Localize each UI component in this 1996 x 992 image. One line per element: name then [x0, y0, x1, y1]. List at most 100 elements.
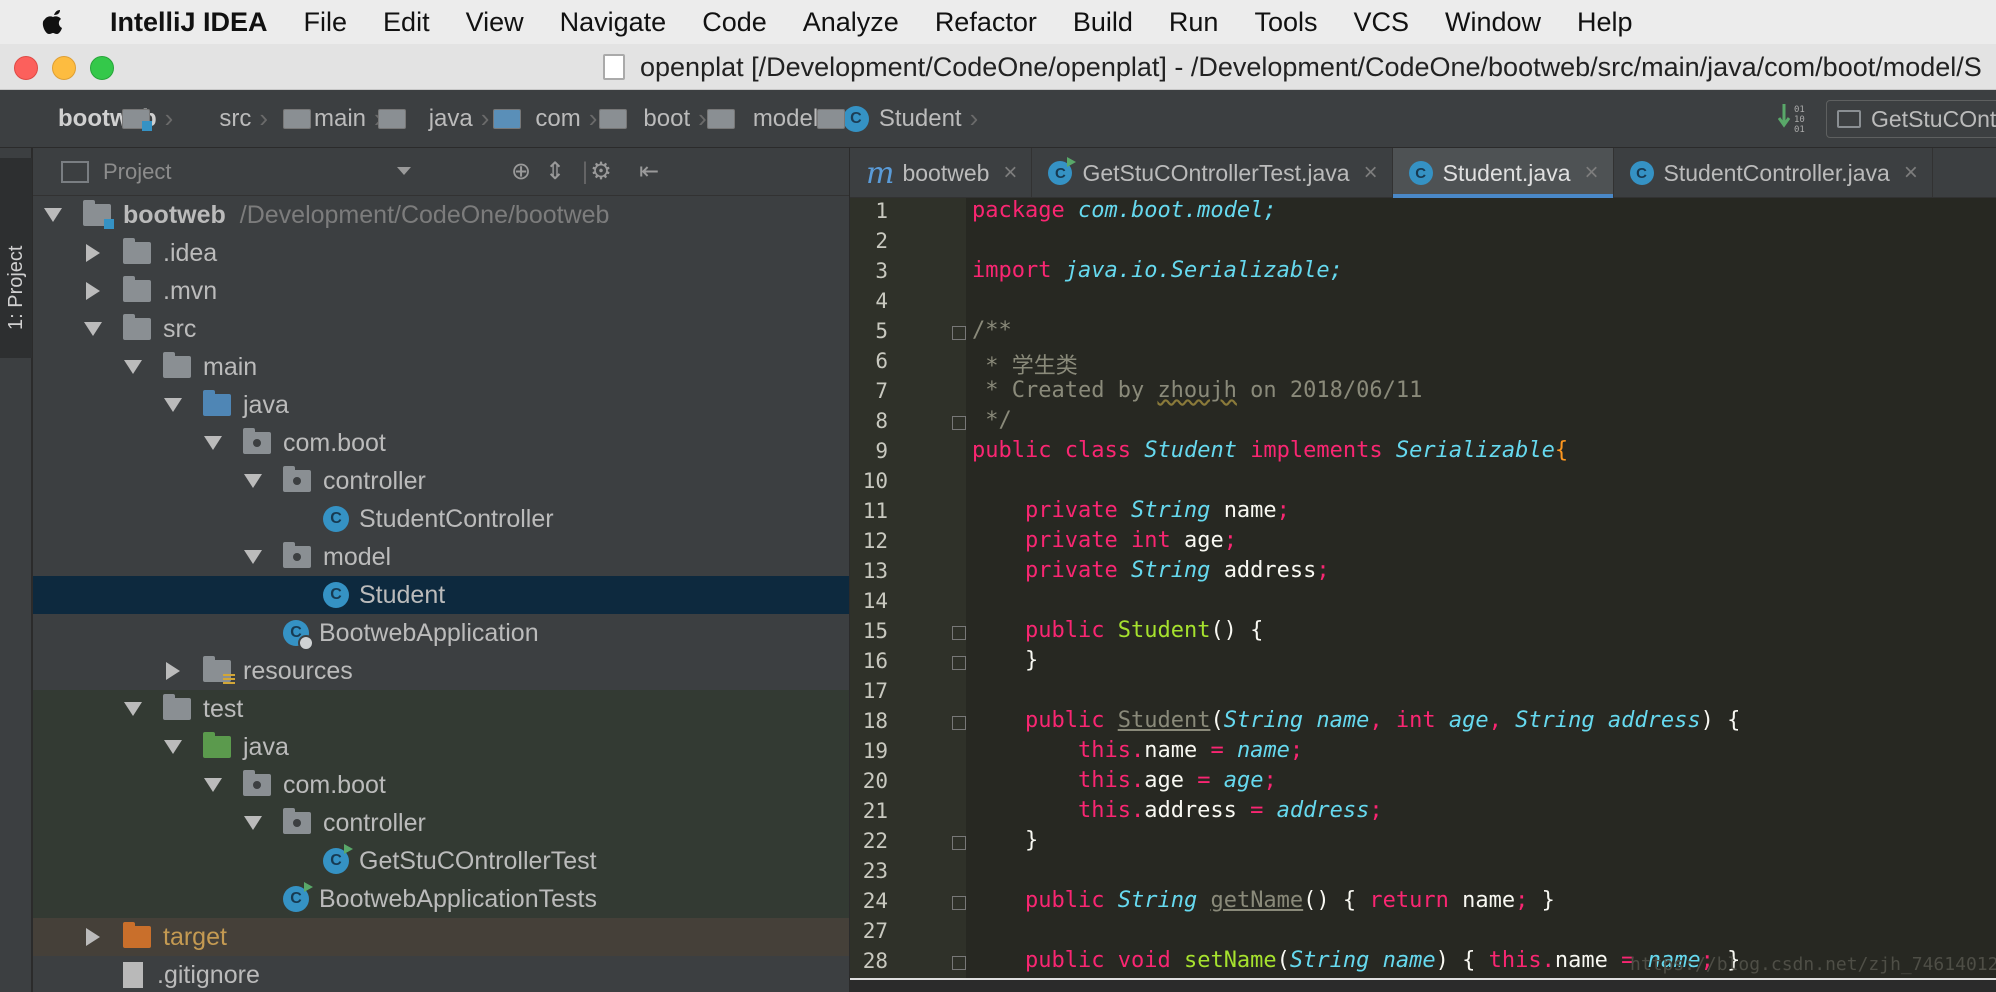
chevron-down-icon[interactable]	[163, 395, 183, 415]
chevron-down-icon[interactable]	[243, 547, 263, 567]
locate-file-icon[interactable]: ⊕	[509, 160, 533, 184]
fold-marker-icon[interactable]	[952, 326, 966, 340]
menu-refactor[interactable]: Refactor	[917, 7, 1055, 38]
line-number: 8	[875, 409, 888, 433]
navigation-bar: bootweb› src› main› java› com› boot› mod…	[0, 90, 1996, 148]
tree-row[interactable]: com.boot	[33, 766, 849, 804]
fold-marker-icon[interactable]	[952, 836, 966, 850]
breadcrumb-bootweb[interactable]: bootweb ›	[20, 103, 181, 134]
fold-marker-icon[interactable]	[952, 656, 966, 670]
minimize-window-button[interactable]	[52, 56, 76, 80]
fold-marker-icon[interactable]	[952, 896, 966, 910]
close-icon[interactable]: ×	[1904, 159, 1918, 187]
menu-app-name[interactable]: IntelliJ IDEA	[80, 7, 286, 38]
tree-row[interactable]: controller	[33, 462, 849, 500]
chevron-down-icon[interactable]	[43, 205, 63, 225]
menu-run[interactable]: Run	[1151, 7, 1237, 38]
menu-edit[interactable]: Edit	[365, 7, 448, 38]
menu-vcs[interactable]: VCS	[1335, 7, 1427, 38]
code-line: public String getName() { return name; }	[1024, 888, 1555, 913]
collapse-all-icon[interactable]: ⇕	[543, 160, 567, 184]
menu-build[interactable]: Build	[1055, 7, 1151, 38]
tree-row[interactable]: C StudentController	[33, 500, 849, 538]
tree-row[interactable]: C GetStuCOntrollerTest	[33, 842, 849, 880]
tree-row[interactable]: model	[33, 538, 849, 576]
horizontal-scrollbar[interactable]	[850, 978, 1996, 992]
gear-icon[interactable]: ⚙	[589, 160, 613, 184]
breadcrumb-student[interactable]: C Student ›	[842, 103, 986, 134]
tree-row[interactable]: C BootwebApplicationTests	[33, 880, 849, 918]
menu-help[interactable]: Help	[1559, 7, 1651, 38]
tree-row[interactable]: controller	[33, 804, 849, 842]
code-editor[interactable]: 1 2 3 4 5 6 7 8 9 10 11 12 13 14 15 16 17 18 19 20 21 22 23 24 2…	[850, 198, 1996, 978]
tree-item-label: src	[163, 314, 197, 343]
close-icon[interactable]: ×	[1364, 159, 1378, 187]
tree-row[interactable]: src	[33, 310, 849, 348]
menu-navigate[interactable]: Navigate	[542, 7, 685, 38]
menu-tools[interactable]: Tools	[1236, 7, 1335, 38]
folder-icon	[283, 108, 312, 129]
chevron-right-icon[interactable]	[163, 661, 183, 681]
menu-window[interactable]: Window	[1427, 7, 1559, 38]
tree-item-label: com.boot	[283, 770, 386, 799]
tree-row[interactable]: .mvn	[33, 272, 849, 310]
code-line: this.age = age;	[1077, 768, 1277, 793]
tree-row[interactable]: test	[33, 690, 849, 728]
hide-panel-icon[interactable]: ⇤	[637, 160, 661, 184]
breadcrumb-label: java	[428, 104, 473, 132]
menu-code[interactable]: Code	[684, 7, 785, 38]
close-window-button[interactable]	[14, 56, 38, 80]
tab-student[interactable]: C Student.java ×	[1392, 148, 1614, 198]
tree-item-label: bootweb	[123, 200, 226, 229]
class-icon: C	[1629, 161, 1654, 185]
close-icon[interactable]: ×	[1585, 159, 1599, 187]
chevron-down-icon[interactable]	[243, 813, 263, 833]
chevron-right-icon[interactable]	[83, 281, 103, 301]
test-source-folder-icon	[203, 732, 231, 758]
tree-row[interactable]: bootweb/Development/CodeOne/bootweb	[33, 196, 849, 234]
line-number: 11	[862, 499, 888, 523]
fold-marker-icon[interactable]	[952, 416, 966, 430]
tree-row[interactable]: C BootwebApplication	[33, 614, 849, 652]
package-icon	[283, 466, 311, 492]
tab-getstucontrollertest[interactable]: C GetStuCOntrollerTest.java ×	[1032, 148, 1393, 198]
chevron-right-icon[interactable]	[83, 243, 103, 263]
chevron-down-icon[interactable]	[123, 357, 143, 377]
project-view-selector[interactable]: Project	[103, 159, 171, 185]
run-configuration-selector[interactable]: GetStuCOntr	[1826, 100, 1996, 138]
apple-icon[interactable]	[28, 0, 80, 44]
chevron-down-icon[interactable]	[203, 775, 223, 795]
chevron-right-icon[interactable]	[83, 927, 103, 947]
chevron-down-icon[interactable]	[163, 737, 183, 757]
fold-marker-icon[interactable]	[952, 626, 966, 640]
tree-row[interactable]: .idea	[33, 234, 849, 272]
tab-bootweb[interactable]: m bootweb ×	[850, 148, 1033, 198]
tree-row[interactable]: main	[33, 348, 849, 386]
chevron-down-icon[interactable]	[203, 433, 223, 453]
breadcrumb-src[interactable]: src ›	[181, 103, 312, 134]
fold-marker-icon[interactable]	[952, 956, 966, 970]
class-icon: C	[842, 105, 869, 132]
zoom-window-button[interactable]	[90, 56, 114, 80]
tree-row[interactable]: target	[33, 918, 849, 956]
tree-row[interactable]: com.boot	[33, 424, 849, 462]
breadcrumb-java[interactable]: java ›	[391, 103, 521, 134]
tree-row[interactable]: C Student	[33, 576, 849, 614]
chevron-down-icon[interactable]	[397, 167, 411, 175]
close-icon[interactable]: ×	[1003, 159, 1017, 187]
chevron-down-icon[interactable]	[83, 319, 103, 339]
tree-row[interactable]: .gitignore	[33, 956, 849, 992]
tab-label: Student.java	[1442, 159, 1571, 186]
fold-marker-icon[interactable]	[952, 716, 966, 730]
menu-file[interactable]: File	[286, 7, 366, 38]
tree-row[interactable]: java	[33, 386, 849, 424]
chevron-down-icon[interactable]	[123, 699, 143, 719]
project-tool-tab[interactable]: 1: Project	[0, 158, 32, 358]
tree-row[interactable]: resources	[33, 652, 849, 690]
menu-analyze[interactable]: Analyze	[785, 7, 917, 38]
chevron-down-icon[interactable]	[243, 471, 263, 491]
vcs-update-icon[interactable]: 01 10 01	[1777, 102, 1814, 136]
menu-view[interactable]: View	[448, 7, 542, 38]
tree-row[interactable]: java	[33, 728, 849, 766]
tab-studentcontroller[interactable]: C StudentController.java ×	[1614, 148, 1933, 198]
